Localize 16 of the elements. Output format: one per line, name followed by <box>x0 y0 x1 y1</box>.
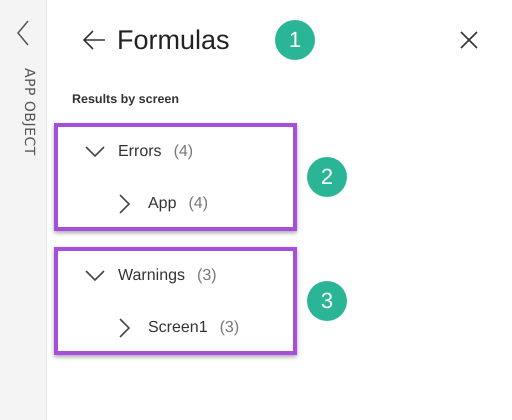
callout-badge: 1 <box>275 20 315 60</box>
section-title: Results by screen <box>72 92 179 106</box>
callout-badge: 3 <box>307 281 347 321</box>
back-button[interactable] <box>82 30 106 50</box>
close-button[interactable] <box>460 31 478 49</box>
side-rail-label: APP OBJECT <box>21 68 37 156</box>
tree-item[interactable]: Screen1 (3) <box>58 313 240 343</box>
panel-title: Formulas <box>117 24 231 56</box>
close-icon <box>460 31 478 49</box>
tree-item[interactable]: Errors (4) <box>58 137 194 167</box>
callout-badge: 2 <box>307 157 347 197</box>
back-arrow-icon <box>82 30 106 50</box>
tree-item[interactable]: Warnings (3) <box>58 261 217 291</box>
tree-item[interactable]: App (4) <box>58 189 208 219</box>
chevron-left-icon <box>16 20 30 46</box>
collapse-button[interactable] <box>16 20 30 46</box>
